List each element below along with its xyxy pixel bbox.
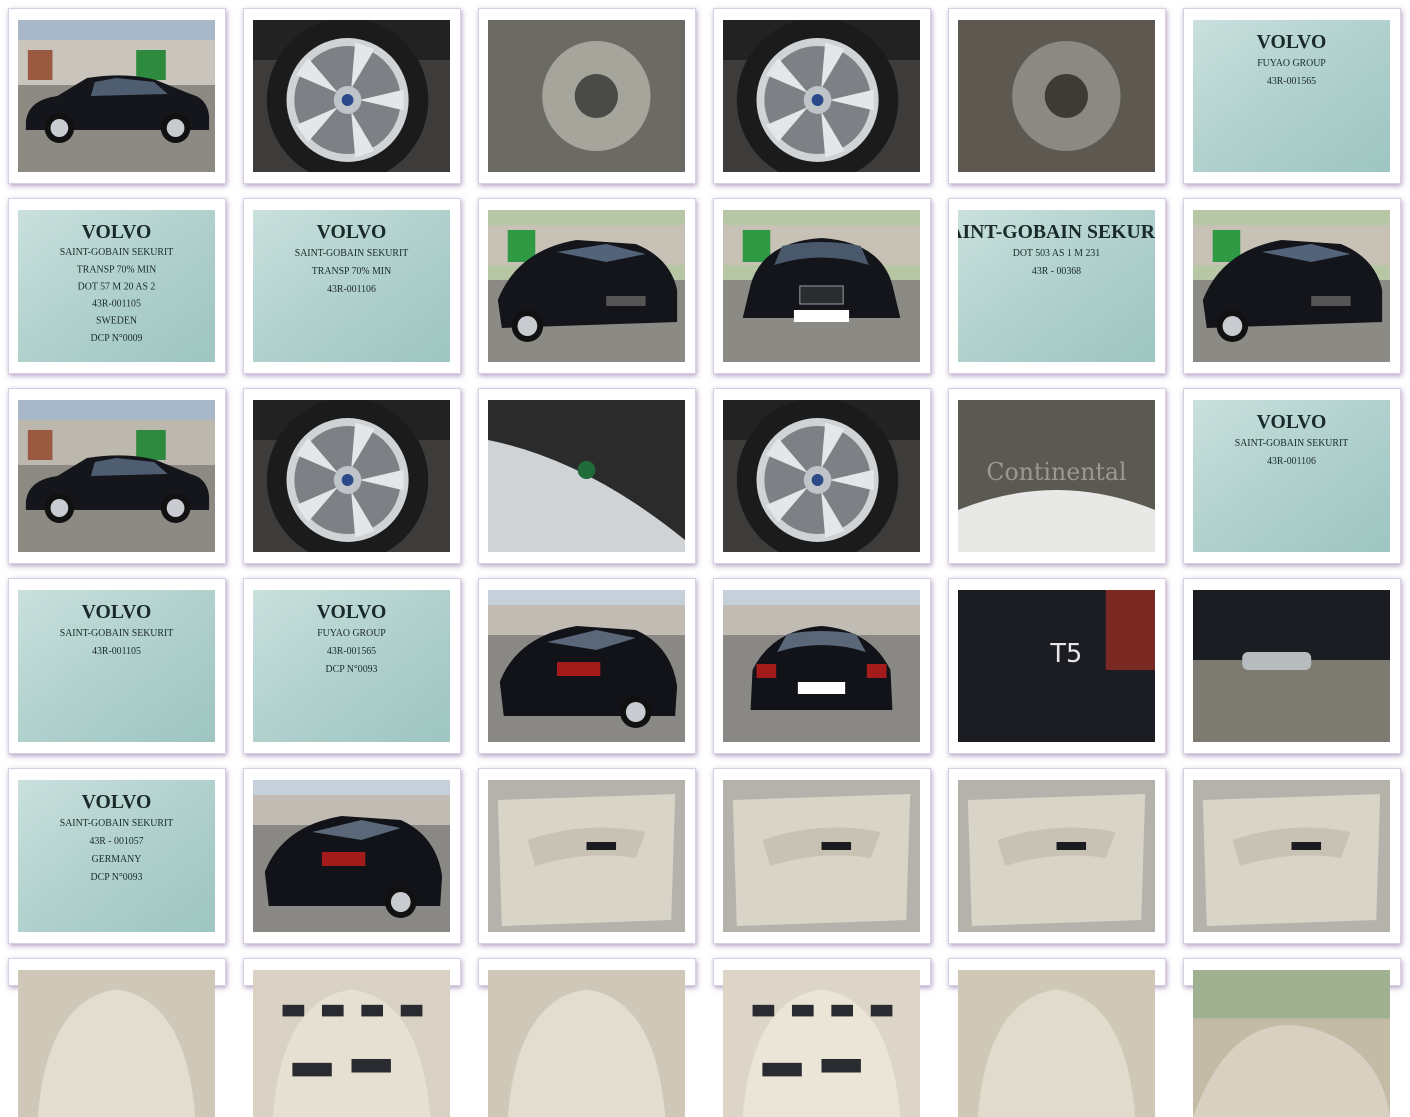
car-photo-glass-mark: VOLVO SAINT-GOBAIN SEKURIT 43R-001105 — [18, 590, 215, 742]
car-photo-door — [723, 780, 920, 932]
car-photo-seat — [18, 970, 215, 1117]
model-badge-text: T5 — [1049, 639, 1082, 669]
glass-mark-text: GERMANY — [92, 854, 142, 865]
glass-mark-text: DCP N°0093 — [91, 872, 143, 883]
glass-mark-text: VOLVO — [82, 601, 152, 623]
car-photo-hitch — [958, 20, 1155, 172]
glass-mark-text: VOLVO — [1257, 411, 1327, 433]
car-photo-door — [488, 780, 685, 932]
glass-mark-text: FUYAO GROUP — [317, 628, 386, 639]
glass-mark-text: SAINT-GOBAIN SEKURIT — [1235, 438, 1349, 449]
glass-mark-text: 43R-001565 — [1267, 76, 1316, 87]
car-photo-badge: T5 — [958, 590, 1155, 742]
car-photo-door — [958, 780, 1155, 932]
photo-gallery: VOLVO FUYAO GROUP 43R-001565 VOLVO SAINT-GOB… — [0, 0, 1410, 1117]
glass-mark-text: 43R - 00368 — [1032, 266, 1081, 277]
car-photo-wheel — [253, 400, 450, 552]
glass-mark-text: 43R-001106 — [327, 284, 376, 295]
glass-mark-text: SAINT-GOBAIN SEKURIT — [60, 628, 174, 639]
glass-mark-text: DOT 503 AS 1 M 231 — [1013, 248, 1101, 259]
car-photo-car-front — [723, 210, 920, 362]
glass-mark-text: TRANSP 70% MIN — [312, 266, 391, 277]
glass-mark-text: SWEDEN — [96, 316, 137, 327]
car-photo-seat — [488, 970, 685, 1117]
car-photo-wheel — [253, 20, 450, 172]
car-photo-tire: Continental — [958, 400, 1155, 552]
car-photo-door — [1193, 780, 1390, 932]
glass-mark-text: DCP N°0093 — [326, 664, 378, 675]
glass-mark-text: 43R-001105 — [92, 646, 141, 657]
car-photo-car-side — [18, 400, 215, 552]
car-photo-glass-mark: VOLVO FUYAO GROUP 43R-001565 — [1193, 20, 1390, 172]
car-photo-exhaust — [1193, 590, 1390, 742]
glass-mark-text: DOT 57 M 20 AS 2 — [78, 281, 156, 292]
car-photo-glass-mark: SAINT-GOBAIN SEKURIT DOT 503 AS 1 M 231 43… — [958, 210, 1155, 362]
glass-mark-text: SAINT-GOBAIN SEKURIT — [60, 247, 174, 258]
glass-mark-text: 43R-001565 — [327, 646, 376, 657]
car-photo-car-front34b — [1193, 210, 1390, 362]
car-photo-wheel — [723, 20, 920, 172]
glass-mark-text: VOLVO — [1257, 31, 1327, 53]
glass-mark-text: 43R-001105 — [92, 299, 141, 310]
car-photo-car-side — [18, 20, 215, 172]
car-photo-car-rear34b — [253, 780, 450, 932]
glass-mark-text: VOLVO — [317, 221, 387, 243]
car-photo-glass-mark: VOLVO SAINT-GOBAIN SEKURIT 43R - 001057 GER… — [18, 780, 215, 932]
car-photo-rear-interior — [1193, 970, 1390, 1117]
glass-mark-text: SAINT-GOBAIN SEKURIT — [295, 248, 409, 259]
glass-mark-text: VOLVO — [317, 601, 387, 623]
car-photo-glass-mark: VOLVO SAINT-GOBAIN SEKURIT TRANSP 70% MIN 4… — [253, 210, 450, 362]
car-photo-glass-mark: VOLVO SAINT-GOBAIN SEKURIT 43R-001106 — [1193, 400, 1390, 552]
glass-mark-text: VOLVO — [82, 221, 152, 243]
car-photo-seat-controls2 — [723, 970, 920, 1117]
car-photo-car-front34 — [488, 210, 685, 362]
glass-mark-text: TRANSP 70% MIN — [77, 264, 156, 275]
car-photo-car-rear — [723, 590, 920, 742]
glass-mark-text: SAINT-GOBAIN SEKURIT — [60, 818, 174, 829]
car-photo-glass-mark: VOLVO SAINT-GOBAIN SEKURIT TRANSP 70% MIN D… — [18, 210, 215, 362]
car-photo-seat-rear — [958, 970, 1155, 1117]
glass-mark-text: FUYAO GROUP — [1257, 58, 1326, 69]
glass-mark-text: VOLVO — [82, 791, 152, 813]
glass-mark-text: 43R - 001057 — [89, 836, 143, 847]
glass-mark-text: SAINT-GOBAIN SEKURIT — [958, 221, 1155, 243]
glass-mark-text: 43R-001106 — [1267, 456, 1316, 467]
car-photo-glass-mark: VOLVO FUYAO GROUP 43R-001565 DCP N°0093 — [253, 590, 450, 742]
car-photo-car-rear34 — [488, 590, 685, 742]
car-photo-seat-controls — [253, 970, 450, 1117]
car-photo-brake — [488, 20, 685, 172]
tire-brand-text: Continental — [986, 458, 1126, 486]
glass-mark-text: DCP N°0009 — [91, 333, 143, 344]
car-photo-valve — [488, 400, 685, 552]
car-photo-wheel — [723, 400, 920, 552]
